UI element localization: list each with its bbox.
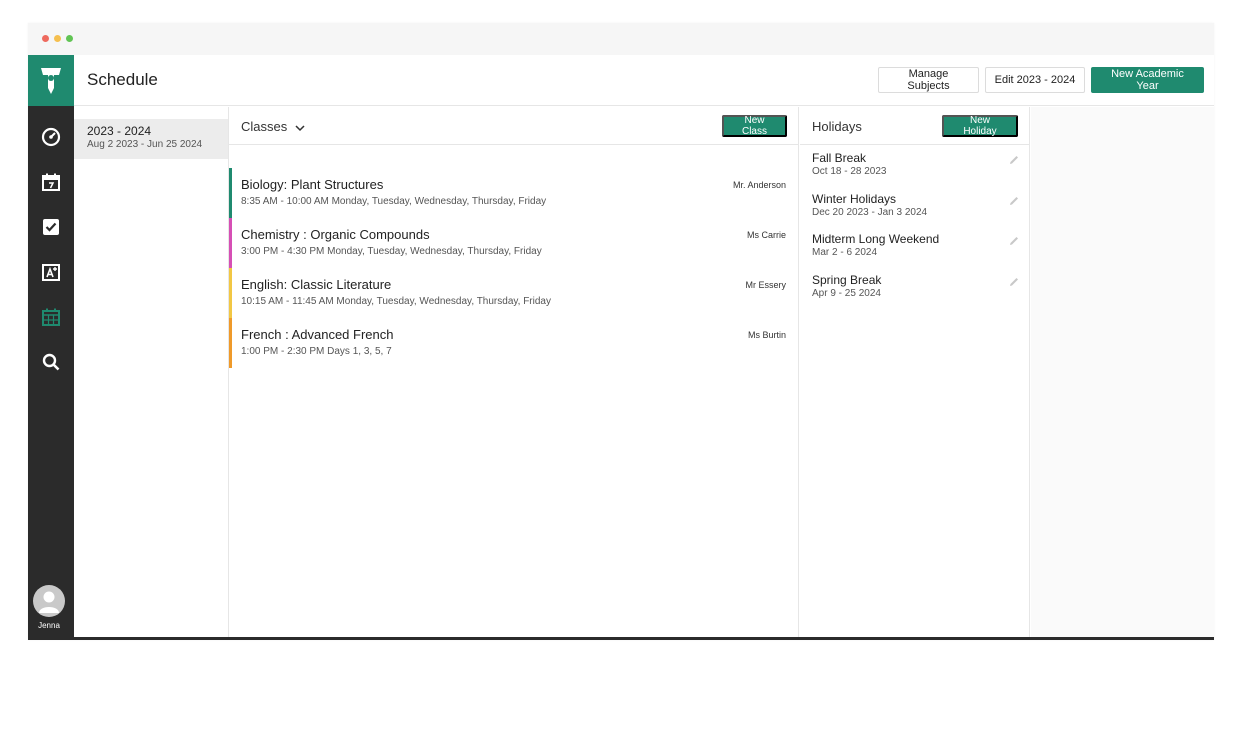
holiday-date: Oct 18 - 28 2023 xyxy=(812,166,887,177)
nav-dashboard[interactable] xyxy=(37,123,65,151)
holiday-item[interactable]: Winter Holidays Dec 20 2023 - Jan 3 2024 xyxy=(812,192,1020,226)
edit-pencil-icon[interactable] xyxy=(1008,276,1020,288)
app-logo[interactable] xyxy=(28,55,74,106)
holidays-header: Holidays New Holiday xyxy=(800,107,1029,145)
holidays-title: Holidays xyxy=(812,119,862,134)
nav-calendar-day[interactable] xyxy=(37,168,65,196)
title-bar xyxy=(28,23,1214,55)
holidays-panel: Holidays New Holiday Fall Break Oct 18 -… xyxy=(800,107,1030,640)
class-color-bar xyxy=(229,268,232,318)
edit-pencil-icon[interactable] xyxy=(1008,235,1020,247)
minimize-window-button[interactable] xyxy=(54,35,61,42)
year-item[interactable]: 2023 - 2024 Aug 2 2023 - Jun 25 2024 xyxy=(74,119,228,159)
class-color-bar xyxy=(229,168,232,218)
class-time: 1:00 PM - 2:30 PM Days 1, 3, 5, 7 xyxy=(241,346,392,357)
edit-pencil-icon[interactable] xyxy=(1008,195,1020,207)
grades-icon xyxy=(42,264,60,281)
class-time: 8:35 AM - 10:00 AM Monday, Tuesday, Wedn… xyxy=(241,196,547,207)
class-teacher: Mr. Anderson xyxy=(732,180,786,190)
class-row[interactable]: Chemistry : Organic Compounds 3:00 PM - … xyxy=(229,218,798,268)
dashboard-gauge-icon xyxy=(41,127,61,147)
schedule-calendar-icon xyxy=(42,308,60,326)
logo-icon xyxy=(41,67,61,94)
class-time: 3:00 PM - 4:30 PM Monday, Tuesday, Wedne… xyxy=(241,246,542,257)
holiday-date: Apr 9 - 25 2024 xyxy=(812,288,881,299)
holiday-name: Spring Break xyxy=(812,273,882,287)
top-bar: Schedule Manage Subjects Edit 2023 - 202… xyxy=(74,55,1214,106)
classes-dropdown[interactable]: Classes xyxy=(241,119,305,134)
class-name: Biology: Plant Structures xyxy=(241,177,384,192)
detail-pane xyxy=(1031,107,1214,640)
window-bottom-edge xyxy=(28,637,1214,640)
chevron-down-icon xyxy=(295,125,305,131)
class-name: Chemistry : Organic Compounds xyxy=(241,227,430,242)
holiday-name: Fall Break xyxy=(812,151,867,165)
class-row[interactable]: English: Classic Literature 10:15 AM - 1… xyxy=(229,268,798,318)
holiday-name: Midterm Long Weekend xyxy=(812,232,940,246)
academic-years-list: 2023 - 2024 Aug 2 2023 - Jun 25 2024 xyxy=(74,107,229,640)
class-row[interactable]: French : Advanced French 1:00 PM - 2:30 … xyxy=(229,318,798,368)
year-title: 2023 - 2024 xyxy=(87,124,152,138)
user-avatar[interactable] xyxy=(33,585,65,617)
class-color-bar xyxy=(229,218,232,268)
manage-subjects-button[interactable]: Manage Subjects xyxy=(878,67,979,93)
edit-pencil-icon[interactable] xyxy=(1008,154,1020,166)
nav-tasks[interactable] xyxy=(37,213,65,241)
app-window: Jenna Schedule Manage Subjects Edit 2023… xyxy=(28,23,1214,640)
class-name: English: Classic Literature xyxy=(241,277,392,292)
new-academic-year-button[interactable]: New Academic Year xyxy=(1091,67,1204,93)
holiday-date: Dec 20 2023 - Jan 3 2024 xyxy=(812,207,928,218)
close-window-button[interactable] xyxy=(42,35,49,42)
classes-header: Classes New Class xyxy=(229,107,798,145)
class-color-bar xyxy=(229,318,232,368)
new-holiday-button[interactable]: New Holiday xyxy=(942,115,1018,137)
user-name: Jenna xyxy=(38,621,60,630)
calendar-day-icon xyxy=(42,173,60,191)
maximize-window-button[interactable] xyxy=(66,35,73,42)
user-icon xyxy=(39,591,59,613)
classes-title: Classes xyxy=(241,119,288,134)
class-time: 10:15 AM - 11:45 AM Monday, Tuesday, Wed… xyxy=(241,296,551,307)
class-teacher: Mr Essery xyxy=(745,280,787,290)
nav-search[interactable] xyxy=(37,348,65,376)
class-teacher: Ms Burtin xyxy=(747,330,786,340)
year-range: Aug 2 2023 - Jun 25 2024 xyxy=(87,139,203,150)
class-teacher: Ms Carrie xyxy=(746,230,786,240)
classes-panel: Classes New Class Biology: Plant Structu… xyxy=(229,107,799,640)
page-title: Schedule xyxy=(87,70,158,89)
class-row[interactable]: Biology: Plant Structures 8:35 AM - 10:0… xyxy=(229,168,798,218)
edit-year-button[interactable]: Edit 2023 - 2024 xyxy=(985,67,1085,93)
checkbox-icon xyxy=(43,219,59,235)
holiday-date: Mar 2 - 6 2024 xyxy=(812,247,878,258)
holiday-item[interactable]: Spring Break Apr 9 - 25 2024 xyxy=(812,273,1020,307)
holiday-item[interactable]: Fall Break Oct 18 - 28 2023 xyxy=(812,151,1020,185)
class-name: French : Advanced French xyxy=(241,327,394,342)
nav-schedule[interactable] xyxy=(37,303,65,331)
sidebar: Jenna xyxy=(28,55,74,640)
holiday-name: Winter Holidays xyxy=(812,192,897,206)
search-icon xyxy=(42,353,60,371)
nav-grades[interactable] xyxy=(37,258,65,286)
new-class-button[interactable]: New Class xyxy=(722,115,787,137)
holiday-item[interactable]: Midterm Long Weekend Mar 2 - 6 2024 xyxy=(812,232,1020,266)
